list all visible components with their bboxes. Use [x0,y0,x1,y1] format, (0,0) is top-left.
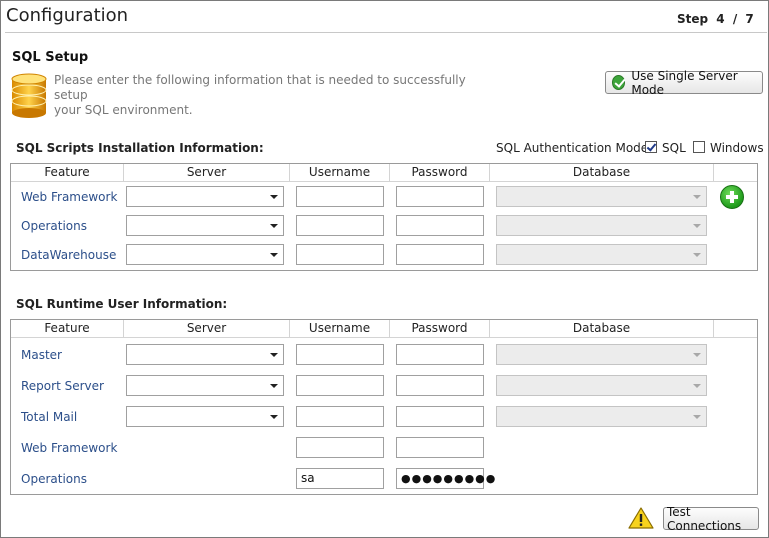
chevron-down-icon [693,195,701,199]
col-feature: Feature [11,320,124,338]
database-dropdown[interactable] [496,186,707,207]
chevron-down-icon [270,384,278,388]
auth-sql-label: SQL [662,141,686,155]
feature-label: Report Server [21,379,104,393]
scripts-grid: Feature Server Username Password Databas… [10,163,758,271]
password-input[interactable] [396,437,484,458]
runtime-grid: Feature Server Username Password Databas… [10,319,758,495]
auth-mode-label: SQL Authentication Mode: [496,141,653,155]
username-input[interactable] [296,344,384,365]
database-icon [11,73,47,118]
col-server: Server [124,320,290,338]
col-password: Password [390,164,490,182]
grid-header: Feature Server Username Password Databas… [11,164,757,182]
server-dropdown[interactable] [126,244,284,265]
col-database: Database [490,164,714,182]
auth-windows-label: Windows [710,141,764,155]
password-input[interactable] [396,406,484,427]
chevron-down-icon [270,224,278,228]
username-input[interactable] [296,186,384,207]
password-input[interactable] [396,215,484,236]
username-input[interactable] [296,437,384,458]
server-dropdown[interactable] [126,406,284,427]
scripts-section-label: SQL Scripts Installation Information: [16,141,264,155]
section-title: SQL Setup [12,50,89,65]
feature-label: Operations [21,219,87,233]
col-database: Database [490,320,714,338]
step-indicator: Step 4 / 7 [677,12,754,26]
feature-label: Operations [21,472,87,486]
step-total: 7 [745,12,754,26]
auth-windows-checkbox[interactable] [693,141,705,153]
configuration-window: Configuration Step 4 / 7 SQL Setup Pleas… [0,0,769,538]
username-input[interactable] [296,375,384,396]
feature-label: Web Framework [21,190,118,204]
runtime-section-label: SQL Runtime User Information: [16,297,228,311]
title-divider [5,32,767,33]
setup-description: Please enter the following information t… [54,73,466,117]
step-separator: / [732,12,738,26]
feature-label: Web Framework [21,441,118,455]
col-username: Username [290,320,390,338]
database-dropdown[interactable] [496,406,707,427]
feature-label: DataWarehouse [21,248,117,262]
chevron-down-icon [270,253,278,257]
password-input[interactable] [396,375,484,396]
server-dropdown[interactable] [126,375,284,396]
database-dropdown[interactable] [496,244,707,265]
checkmark-icon [612,75,626,90]
username-input[interactable] [296,244,384,265]
password-input[interactable] [396,244,484,265]
page-title: Configuration [6,5,129,26]
password-input[interactable] [396,344,484,365]
col-server: Server [124,164,290,182]
database-dropdown[interactable] [496,375,707,396]
chevron-down-icon [270,195,278,199]
chevron-down-icon [693,224,701,228]
database-dropdown[interactable] [496,344,707,365]
chevron-down-icon [693,384,701,388]
col-password: Password [390,320,490,338]
chevron-down-icon [693,415,701,419]
username-input[interactable] [296,215,384,236]
server-dropdown[interactable] [126,215,284,236]
username-input[interactable]: sa [296,468,384,489]
password-input[interactable] [396,186,484,207]
server-dropdown[interactable] [126,186,284,207]
server-dropdown[interactable] [126,344,284,365]
auth-sql-checkbox[interactable] [645,141,657,153]
step-current: 4 [716,12,725,26]
chevron-down-icon [693,353,701,357]
chevron-down-icon [270,353,278,357]
col-username: Username [290,164,390,182]
warning-icon [628,507,654,529]
username-input[interactable] [296,406,384,427]
col-feature: Feature [11,164,124,182]
feature-label: Total Mail [21,410,78,424]
col-actions [714,164,757,182]
use-single-server-mode-button[interactable]: Use Single Server Mode [605,69,763,97]
chevron-down-icon [693,253,701,257]
step-label: Step [677,12,709,26]
col-actions [714,320,757,338]
add-row-icon[interactable] [720,185,744,209]
grid-header: Feature Server Username Password Databas… [11,320,757,338]
test-connections-button[interactable]: Test Connections [663,505,759,533]
database-dropdown[interactable] [496,215,707,236]
password-input[interactable]: ●●●●●●●●● [396,468,495,489]
chevron-down-icon [270,415,278,419]
feature-label: Master [21,348,62,362]
